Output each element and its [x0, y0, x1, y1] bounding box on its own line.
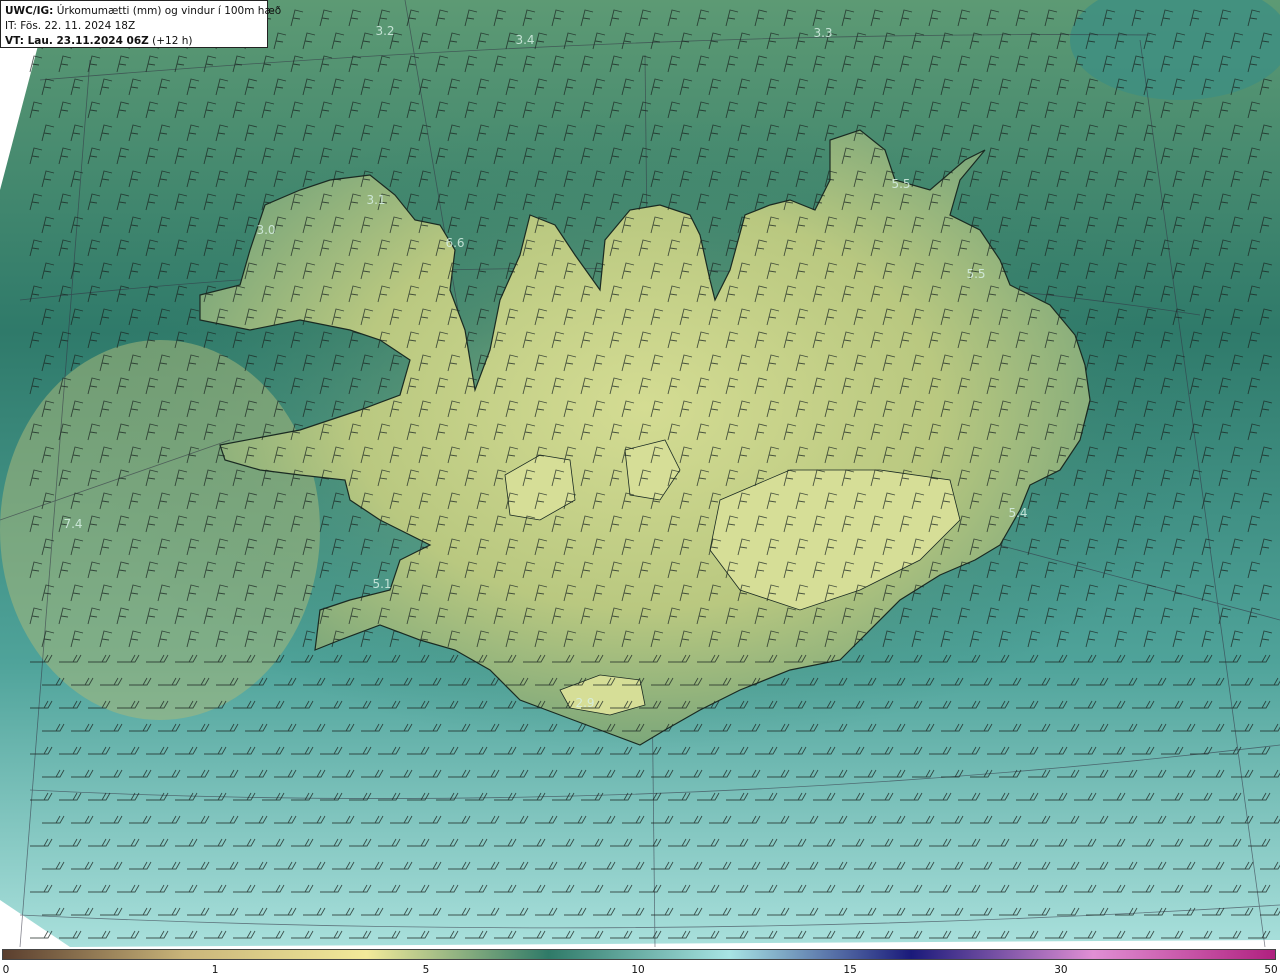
colorbar: 0 1 5 10 15 30 50	[0, 947, 1280, 978]
contour-label: 3.1	[366, 193, 386, 207]
colorbar-tick-label: 5	[422, 964, 430, 976]
colorbar-tick-label: 50	[1264, 964, 1278, 976]
map-title: Úrkomumætti (mm) og vindur í 100m hæð	[56, 5, 282, 17]
contour-label: 3.4	[515, 33, 535, 47]
contour-label: 6.6	[445, 236, 465, 250]
contour-label: 5.5	[891, 177, 911, 191]
model-label: UWC/IG:	[5, 5, 54, 17]
valid-time: VT: Lau. 23.11.2024 06Z	[5, 35, 149, 47]
colorbar-tick-label: 1	[211, 964, 219, 976]
map-canvas	[0, 0, 1280, 947]
contour-label: 5.1	[372, 577, 392, 591]
colorbar-tick-label: 30	[1054, 964, 1068, 976]
weather-map[interactable]	[0, 0, 1280, 947]
forecast-offset: (+12 h)	[152, 35, 193, 47]
colorbar-tick-label: 10	[631, 964, 645, 976]
issue-time: IT: Fös. 22. 11. 2024 18Z	[5, 20, 136, 32]
colorbar-tick-label: 0	[2, 964, 10, 976]
contour-label: 5.4	[1008, 506, 1028, 520]
contour-label: 3.2	[375, 24, 395, 38]
contour-label: 5.5	[966, 267, 986, 281]
colorbar-gradient	[2, 949, 1276, 960]
contour-label: 3.3	[813, 26, 833, 40]
valid-time-line: VT: Lau. 23.11.2024 06Z (+12 h)	[5, 34, 263, 49]
info-title-line: UWC/IG: Úrkomumætti (mm) og vindur í 100…	[5, 4, 281, 19]
info-box: UWC/IG: Úrkomumætti (mm) og vindur í 100…	[0, 0, 281, 49]
contour-label: 3.0	[256, 223, 276, 237]
contour-label: 2.9	[575, 696, 595, 710]
colorbar-tick-label: 15	[843, 964, 857, 976]
contour-label: 7.4	[63, 517, 83, 531]
